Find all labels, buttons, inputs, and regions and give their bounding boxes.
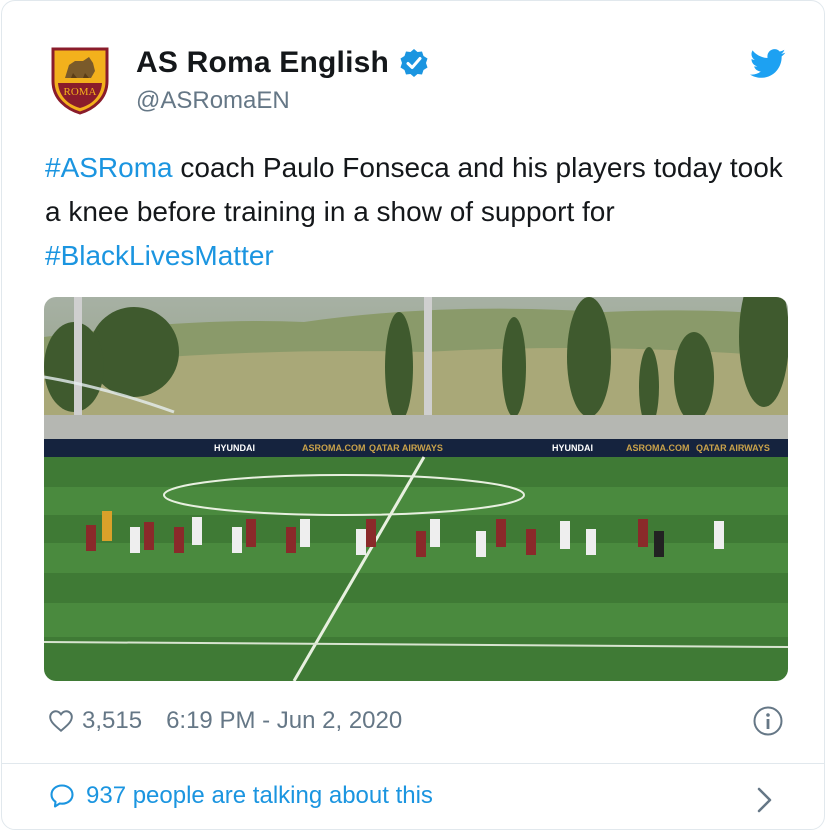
tweet-meta: 3,515 6:19 PM - Jun 2, 2020: [48, 704, 784, 738]
conversation-link[interactable]: 937 people are talking about this: [48, 782, 433, 810]
svg-text:ASROMA.COM: ASROMA.COM: [626, 443, 690, 453]
verified-badge-icon: [400, 49, 428, 77]
tweet-timestamp[interactable]: 6:19 PM - Jun 2, 2020: [166, 707, 402, 735]
divider: [2, 763, 824, 764]
heart-icon[interactable]: [48, 708, 74, 734]
author-name[interactable]: AS Roma English: [136, 46, 389, 80]
svg-text:ASROMA.COM: ASROMA.COM: [302, 443, 366, 453]
svg-text:HYUNDAI: HYUNDAI: [552, 443, 593, 453]
like-count[interactable]: 3,515: [82, 707, 142, 735]
svg-text:QATAR AIRWAYS: QATAR AIRWAYS: [369, 443, 443, 453]
svg-text:HYUNDAI: HYUNDAI: [214, 443, 255, 453]
svg-text:QATAR AIRWAYS: QATAR AIRWAYS: [696, 443, 770, 453]
tweet-card: ROMA AS Roma English @ASRomaEN #ASRoma c…: [1, 0, 825, 830]
as-roma-crest-avatar[interactable]: ROMA: [49, 45, 111, 115]
hashtag-blacklivesmatter[interactable]: #BlackLivesMatter: [45, 240, 274, 271]
twitter-bird-icon[interactable]: [750, 49, 786, 79]
tweet-photo[interactable]: HYUNDAI ASROMA.COM QATAR AIRWAYS HYUNDAI…: [44, 297, 788, 681]
chevron-right-icon[interactable]: [756, 786, 774, 814]
speech-bubble-icon: [50, 784, 74, 808]
info-icon[interactable]: [752, 705, 784, 737]
talking-about-text: 937 people are talking about this: [86, 782, 433, 809]
author-row: AS Roma English: [136, 46, 429, 80]
tweet-text: #ASRoma coach Paulo Fonseca and his play…: [45, 146, 785, 278]
svg-text:ROMA: ROMA: [63, 86, 96, 98]
hashtag-asroma[interactable]: #ASRoma: [45, 152, 173, 183]
author-handle[interactable]: @ASRomaEN: [136, 87, 290, 115]
